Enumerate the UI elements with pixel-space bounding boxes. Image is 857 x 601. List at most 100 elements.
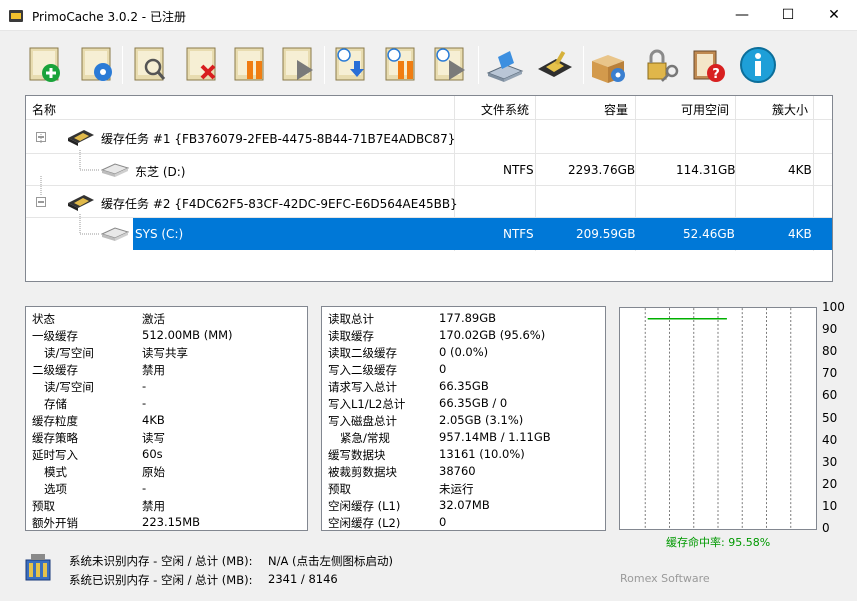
volume-cluster-size: 4KB [788,227,812,241]
volume-free-space: 52.46GB [683,227,735,241]
info-value: 禁用 [142,499,165,513]
header-capacity[interactable]: 容量 [604,101,628,118]
tree-connector [40,132,100,171]
brand-text: Romex Software [620,572,710,585]
info-value: 512.00MB (MM) [142,328,233,342]
info-value: 0 [439,515,447,529]
configure-cache-button[interactable] [76,45,118,85]
info-label: 空闲缓存 (L1) [328,499,401,513]
l2-storage-button[interactable] [534,45,576,85]
help-button[interactable]: ? [688,45,730,85]
info-label: 额外开销 [32,516,78,530]
tree-row-task[interactable]: 缓存任务 #1 {FB376079-2FEB-4475-8B44-71B7E4A… [26,121,832,153]
unrecognized-memory-label: 系统未识别内存 - 空闲 / 总计 (MB): [69,554,253,568]
info-label: 存储 [44,397,67,411]
about-button[interactable] [737,45,779,85]
volume-free-space: 114.31GB [676,163,736,177]
info-label: 一级缓存 [32,329,78,343]
info-value: 66.35GB [439,379,489,393]
view-statistics-button[interactable] [129,45,171,85]
info-value: 读写 [142,431,165,445]
info-value: 0 [439,362,447,376]
cache-config-panel: 状态 激活 一级缓存 512.00MB (MM) 读/写空间 读写共享 二级缓存 禁用 读/写空… [25,306,308,531]
info-label: 缓存策略 [32,431,78,445]
info-label: 请求写入总计 [328,380,397,394]
info-label: 状态 [32,312,55,326]
info-label: 预取 [32,499,55,513]
tools-button[interactable] [588,45,630,85]
info-label: 选项 [44,482,67,496]
info-value: 957.14MB / 1.11GB [439,430,551,444]
toolbar-separator [122,46,123,84]
info-value: 禁用 [142,363,165,377]
delete-cache-button[interactable] [181,45,223,85]
y-tick-label: 60 [822,388,838,403]
resume-all-button[interactable] [429,45,471,85]
create-cache-button[interactable] [24,45,66,85]
y-tick-label: 90 [822,322,838,337]
info-label: 缓存粒度 [32,414,78,428]
info-label: 读取缓存 [328,329,374,343]
task-label: 缓存任务 #1 {FB376079-2FEB-4475-8B44-71B7E4A… [101,132,456,146]
info-value: 223.15MB [142,515,201,529]
license-button[interactable] [640,45,682,85]
toolbar-separator [583,46,584,84]
hard-drive-icon [101,227,129,241]
y-tick-label: 40 [822,432,838,447]
info-label: 模式 [44,465,67,479]
header-name[interactable]: 名称 [32,101,56,118]
y-tick-label: 20 [822,476,838,491]
maximize-button[interactable]: ☐ [765,0,811,30]
volume-label: SYS (C:) [135,227,184,241]
info-label: 二级缓存 [32,363,78,377]
y-tick-label: 70 [822,366,838,381]
task-label: 缓存任务 #2 {F4DC62F5-83CF-42DC-9EFC-E6D564A… [101,197,458,211]
minimize-button[interactable]: — [719,0,765,30]
info-label: 写入二级缓存 [328,363,397,377]
info-value: 177.89GB [439,311,497,325]
info-value: 激活 [142,312,165,326]
info-label: 读取二级缓存 [328,346,397,360]
y-tick-label: 100 [822,300,845,314]
close-button[interactable]: ✕ [811,0,857,30]
tree-connector [40,176,42,196]
cache-task-tree[interactable]: 名称 文件系统 容量 可用空间 簇大小 缓存任务 #1 {FB376079-2F… [25,95,833,282]
info-label: 预取 [328,482,351,496]
tree-row-volume-selected[interactable]: SYS (C:) NTFS 209.59GB 52.46GB 4KB [26,214,832,250]
info-label: 读/写空间 [44,346,94,360]
hit-rate-label: 缓存命中率: 95.58% [666,536,771,549]
info-value: 2.05GB (3.1%) [439,413,524,427]
tree-row-task[interactable]: 缓存任务 #2 {F4DC62F5-83CF-42DC-9EFC-E6D564A… [26,176,832,218]
header-free-space[interactable]: 可用空间 [681,101,729,118]
unrecognized-memory-value[interactable]: N/A (点击左侧图标启动) [268,553,393,569]
info-value: 66.35GB / 0 [439,396,508,410]
resume-cache-button[interactable] [277,45,319,85]
info-value: - [142,396,147,410]
title-bar: PrimoCache 3.0.2 - 已注册 — ☐ ✕ [0,0,857,31]
hit-rate-chart [619,307,817,530]
info-value: 13161 (10.0%) [439,447,525,461]
pause-all-button[interactable] [380,45,422,85]
info-label: 写入L1/L2总计 [328,397,406,411]
memory-icon[interactable] [22,552,54,584]
info-value: 0 (0.0%) [439,345,489,359]
load-settings-button[interactable] [330,45,372,85]
svg-text:?: ? [712,67,720,82]
volume-filesystem: NTFS [503,227,534,241]
tree-row-volume[interactable]: 东芝 (D:) NTFS 2293.76GB 114.31GB 4KB [26,132,832,186]
info-value: 170.02GB (95.6%) [439,328,546,342]
pause-cache-button[interactable] [229,45,271,85]
toolbar: ? [0,31,857,93]
info-value: 未运行 [439,482,474,496]
hard-drive-icon [101,163,129,177]
header-cluster-size[interactable]: 簇大小 [772,101,808,118]
volume-label: 东芝 (D:) [135,165,186,179]
header-filesystem[interactable]: 文件系统 [481,101,529,118]
info-value: 4KB [142,413,165,427]
options-button[interactable] [484,45,526,85]
window-title: PrimoCache 3.0.2 - 已注册 [32,10,186,24]
cache-statistics-panel: 读取总计 177.89GB 读取缓存 170.02GB (95.6%) 读取二级缓存 0 … [321,306,606,531]
app-icon [9,10,23,22]
info-value: 60s [142,447,163,461]
info-label: 空闲缓存 (L2) [328,516,401,530]
